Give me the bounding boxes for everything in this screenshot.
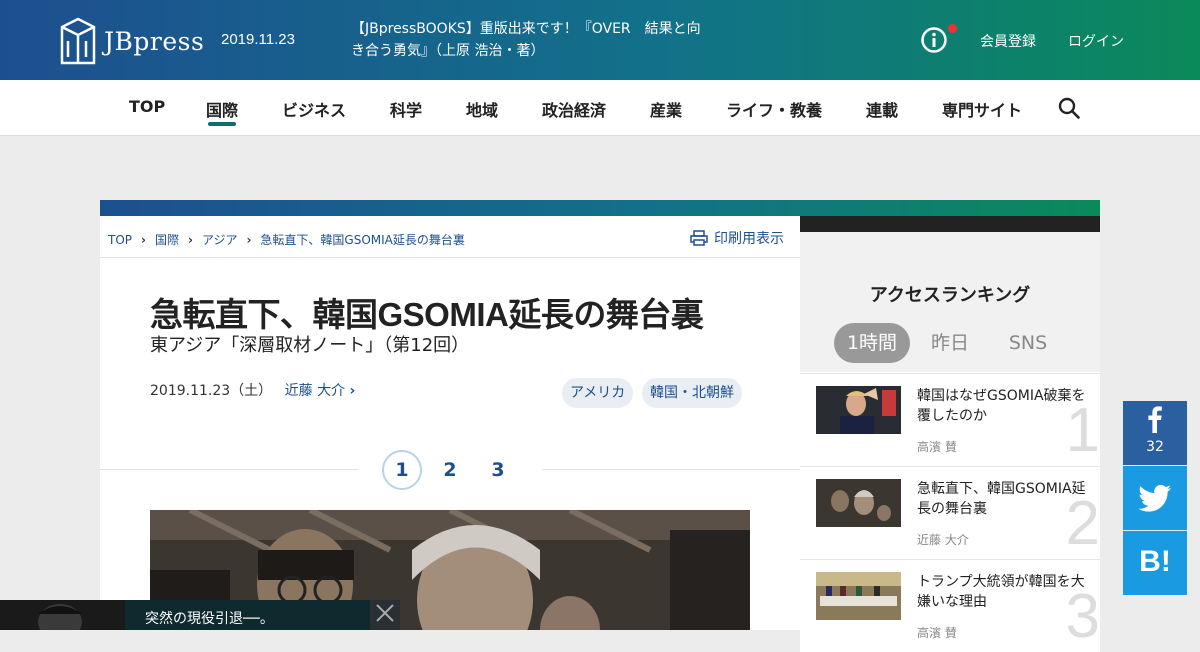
ranking-item[interactable]: 韓国はなぜGSOMIA破棄を覆したのか 高濱 賛 1 [800, 373, 1100, 466]
ranking-number: 3 [1065, 582, 1100, 651]
breadcrumb-separator-icon: › [246, 232, 252, 247]
nav-item-politics-economy[interactable]: 政治経済 [542, 97, 606, 121]
nav-item-industry[interactable]: 産業 [650, 97, 682, 121]
logo-mark-icon [60, 17, 96, 65]
tag-korea[interactable]: 韓国・北朝鮮 [642, 378, 742, 408]
content-top-bar [100, 200, 1100, 216]
register-link[interactable]: 会員登録 [980, 31, 1036, 51]
search-icon[interactable] [1058, 97, 1080, 119]
printer-icon [690, 230, 708, 246]
page-3-link[interactable]: 3 [478, 450, 518, 490]
article-meta: 2019.11.23（土） 近藤 大介 › [150, 380, 355, 400]
facebook-share-button[interactable]: 32 [1123, 401, 1187, 465]
tag-america[interactable]: アメリカ [562, 378, 634, 408]
logo-text: JBpress [104, 26, 205, 56]
twitter-icon [1138, 484, 1171, 512]
login-link[interactable]: ログイン [1068, 31, 1124, 51]
breadcrumb-separator-icon: › [141, 232, 146, 247]
toast-text: 突然の現役引退──。 [145, 611, 274, 627]
header-date: 2019.11.23 [221, 31, 295, 48]
notification-dot [948, 24, 957, 33]
ranking-number: 1 [1065, 396, 1100, 465]
ranking-item-author: 近藤 大介 [917, 533, 969, 547]
hatena-bookmark-button[interactable]: B! [1123, 531, 1187, 595]
pagination: 1 2 3 [358, 450, 542, 490]
close-icon [376, 604, 394, 622]
nav-item-life-culture[interactable]: ライフ・教養 [726, 97, 822, 121]
ranking-thumbnail [816, 572, 901, 620]
header-notice-link[interactable]: 【JBpressBOOKS】重版出来です！『OVER 結果と向き合う勇気』（上原… [351, 18, 701, 62]
recommendation-toast[interactable]: 突然の現役引退──。 [0, 600, 400, 630]
print-button[interactable]: 印刷用表示 [690, 228, 784, 248]
tab-sns[interactable]: SNS [998, 323, 1058, 363]
page-2-link[interactable]: 2 [430, 450, 470, 490]
nav-item-special-sites[interactable]: 専門サイト [942, 97, 1022, 121]
nav-item-region[interactable]: 地域 [466, 97, 498, 121]
hatena-bookmark-icon: B! [1139, 545, 1171, 578]
nav-item-science[interactable]: 科学 [390, 97, 422, 121]
ranking-thumbnail [816, 386, 901, 434]
ranking-item-title: 急転直下、韓国GSOMIA延長の舞台裏 [917, 481, 1086, 517]
article-main: TOP › 国際 › アジア › 急転直下、韓国GSOMIA延長の舞台裏 印刷用… [100, 216, 800, 630]
ranking-item-title: 韓国はなぜGSOMIA破棄を覆したのか [917, 388, 1086, 424]
info-icon[interactable] [921, 27, 947, 53]
nav-item-top[interactable]: TOP [129, 97, 165, 116]
ranking-thumbnail [816, 479, 901, 527]
breadcrumb-separator-icon: › [187, 232, 193, 247]
facebook-icon [1148, 406, 1162, 433]
ranking-number: 2 [1065, 489, 1100, 558]
ranking-title: アクセスランキング [869, 285, 1031, 306]
print-label: 印刷用表示 [714, 231, 784, 247]
breadcrumb-asia[interactable]: アジア [202, 231, 238, 248]
page-1-link[interactable]: 1 [382, 450, 422, 490]
article-date: 2019.11.23（土） [150, 383, 273, 399]
toast-close-button[interactable] [370, 600, 400, 630]
nav-item-international[interactable]: 国際 [206, 97, 238, 121]
divider [100, 257, 800, 258]
twitter-share-button[interactable] [1123, 466, 1187, 530]
chevron-right-icon: › [349, 383, 356, 399]
ranking-item-title: トランプ大統領が韓国を大嫌いな理由 [917, 574, 1085, 610]
article-subtitle: 東アジア「深層取材ノート」（第12回） [150, 335, 470, 356]
nav-item-series[interactable]: 連載 [866, 97, 898, 121]
author-name: 近藤 大介 [284, 383, 346, 399]
breadcrumb: TOP › 国際 › アジア › 急転直下、韓国GSOMIA延長の舞台裏 [108, 231, 465, 248]
ranking-item-author: 高濱 賛 [917, 440, 957, 454]
sidebar-top-bar [800, 216, 1100, 232]
ranking-item[interactable]: 急転直下、韓国GSOMIA延長の舞台裏 近藤 大介 2 [800, 466, 1100, 559]
ranking-header: アクセスランキング 1時間 昨日 SNS [800, 232, 1100, 372]
author-link[interactable]: 近藤 大介 › [285, 383, 356, 399]
nav-item-business[interactable]: ビジネス [282, 97, 346, 121]
breadcrumb-international[interactable]: 国際 [155, 231, 179, 248]
nav-active-indicator [208, 122, 236, 126]
tab-1hour[interactable]: 1時間 [834, 323, 910, 363]
breadcrumb-current[interactable]: 急転直下、韓国GSOMIA延長の舞台裏 [260, 231, 464, 248]
ranking-item[interactable]: トランプ大統領が韓国を大嫌いな理由 高濱 賛 3 [800, 559, 1100, 652]
article-title: 急転直下、韓国GSOMIA延長の舞台裏 [150, 296, 704, 333]
facebook-share-count: 32 [1146, 439, 1164, 455]
sidebar: アクセスランキング 1時間 昨日 SNS 韓国はなぜGSOMIA破棄を覆したのか… [800, 216, 1100, 652]
ranking-item-author: 高濱 賛 [917, 626, 957, 640]
tab-yesterday[interactable]: 昨日 [920, 323, 980, 363]
main-nav: TOP 国際 ビジネス 科学 地域 政治経済 産業 ライフ・教養 連載 専門サイ… [0, 80, 1200, 136]
toast-thumbnail [0, 600, 125, 630]
site-logo[interactable]: JBpress [60, 15, 204, 67]
breadcrumb-top[interactable]: TOP [108, 233, 132, 247]
site-header: JBpress 2019.11.23 【JBpressBOOKS】重版出来です！… [0, 0, 1200, 80]
